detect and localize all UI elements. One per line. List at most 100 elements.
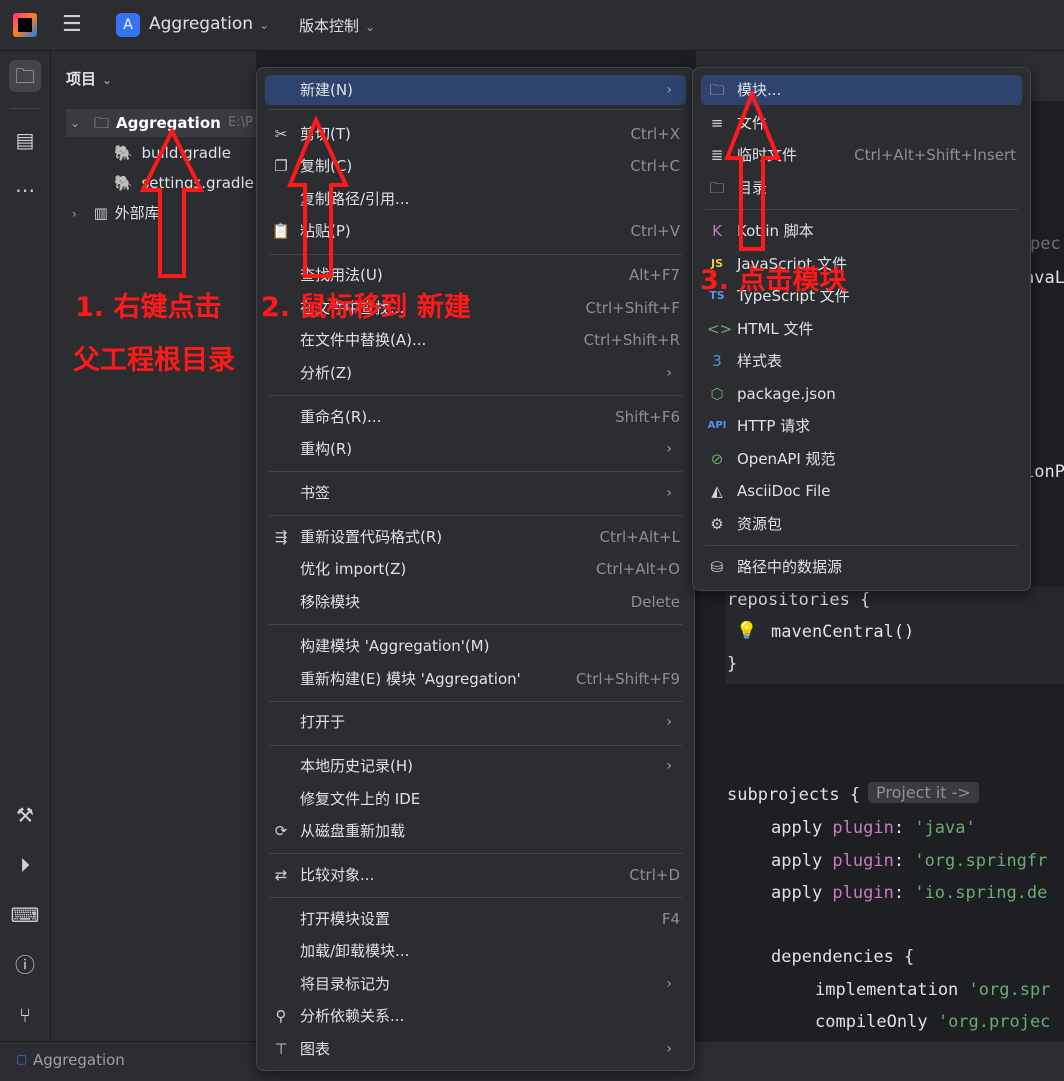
menu-item-rebuild-module[interactable]: 重新构建(E) 模块 'Aggregation' Ctrl+Shift+F9 [265,664,686,694]
submenu-item-module[interactable]: 🗀 模块... [701,75,1022,105]
terminal-icon[interactable]: ⌨ [9,899,41,931]
menu-item-diagrams[interactable]: ⊤ 图表 › [265,1034,686,1064]
menu-item-copy[interactable]: ❐ 复制(C) Ctrl+C [265,151,686,181]
project-panel: 项目 ⌄ ⌄ 🗀 Aggregation E:\P 🐘 build.gradle … [51,51,256,1041]
menu-item-reformat[interactable]: ⇶ 重新设置代码格式(R) Ctrl+Alt+L [265,522,686,552]
menu-item-mark-directory[interactable]: 将目录标记为 › [265,969,686,999]
menu-item-module-settings[interactable]: 打开模块设置 F4 [265,904,686,934]
menu-item-replace-in-files[interactable]: 在文件中替换(A)... Ctrl+Shift+R [265,325,686,355]
submenu-item-file[interactable]: ≡ 文件 [701,108,1022,138]
code-line: dependencies { [771,947,915,967]
root-path: E:\P [228,115,253,130]
menu-shortcut: Ctrl+Shift+R [583,331,680,349]
git-branch-icon[interactable]: ⑂ [9,999,41,1031]
toolbar-divider [10,108,40,109]
menu-item-optimize-imports[interactable]: 优化 import(Z) Ctrl+Alt+O [265,554,686,584]
menu-item-repair-ide[interactable]: 修复文件上的 IDE [265,784,686,814]
module-folder-icon: 🗀 [709,81,725,99]
menu-separator [269,745,682,746]
code-param: plugin [832,818,894,838]
build-hammer-icon[interactable]: ⚒ [9,799,41,831]
submenu-item-asciidoc[interactable]: ◭ AsciiDoc File [701,476,1022,506]
menu-item-paste[interactable]: 📋 粘贴(P) Ctrl+V [265,216,686,246]
chevron-right-icon: › [666,485,672,501]
menu-separator [269,624,682,625]
tree-item-external-libraries[interactable]: › ▥ 外部库 [72,199,160,227]
menu-item-compare-with[interactable]: ⇄ 比较对象... Ctrl+D [265,860,686,890]
menu-label: 重新设置代码格式(R) [300,528,443,546]
submenu-item-resource-bundle[interactable]: ⚙ 资源包 [701,509,1022,539]
submenu-item-openapi[interactable]: ⊘ OpenAPI 规范 [701,444,1022,474]
vcs-menu[interactable]: 版本控制 ⌄ [299,15,375,36]
project-switcher[interactable]: Aggregation ⌄ [149,14,269,34]
menu-item-cut[interactable]: ✂ 剪切(T) Ctrl+X [265,119,686,149]
problems-icon[interactable]: ⓘ [9,949,41,981]
external-libraries-label: 外部库 [114,204,160,222]
submenu-item-package-json[interactable]: ⬡ package.json [701,379,1022,409]
menu-item-rename[interactable]: 重命名(R)... Shift+F6 [265,402,686,432]
module-icon: ▢ [16,1052,28,1066]
submenu-item-stylesheet[interactable]: 3 样式表 [701,346,1022,376]
submenu-item-html[interactable]: <> HTML 文件 [701,314,1022,344]
menu-label: 重构(R) [300,440,353,458]
code-param: plugin [832,851,894,871]
menu-item-analyze-deps[interactable]: ⚲ 分析依赖关系... [265,1001,686,1031]
context-menu: 新建(N) › ✂ 剪切(T) Ctrl+X ❐ 复制(C) Ctrl+C 复制路径/引用… [256,67,695,1071]
menu-label: 分析(Z) [300,364,352,382]
menu-label: 目录 [737,179,768,197]
tree-item-build-gradle[interactable]: 🐘 build.gradle [114,139,231,167]
menu-shortcut: Ctrl+Alt+O [596,560,680,578]
intellij-logo-icon[interactable] [13,13,37,37]
tree-item-settings-gradle[interactable]: 🐘 settings.gradle [114,169,254,197]
code-string: 'java' [914,818,976,838]
chevron-down-icon: ⌄ [259,18,270,32]
submenu-item-directory[interactable]: 🗀 目录 [701,173,1022,203]
breadcrumb-project[interactable]: Aggregation [33,1051,125,1069]
submenu-item-data-source[interactable]: ⛁ 路径中的数据源 [701,552,1022,582]
panel-title[interactable]: 项目 ⌄ [66,68,112,89]
chevron-right-icon: › [666,82,672,98]
menu-shortcut: F4 [661,910,680,928]
lightbulb-icon[interactable]: 💡 [736,621,757,641]
run-icon[interactable]: ⏵ [9,849,41,881]
diagram-icon: ⊤ [274,1040,288,1058]
menu-shortcut: Ctrl+D [629,866,680,884]
annotation-step3: 3. 点击模块 [700,265,847,296]
menu-shortcut: Alt+F7 [628,266,680,284]
chevron-right-icon: › [72,207,77,221]
menu-item-bookmarks[interactable]: 书签 › [265,478,686,508]
menu-item-refactor[interactable]: 重构(R) › [265,434,686,464]
menu-separator [705,545,1018,546]
menu-label: 加载/卸载模块... [300,942,410,960]
chevron-right-icon: › [666,1041,672,1057]
project-badge[interactable]: A [116,13,140,37]
main-menu-icon[interactable]: ☰ [62,14,82,36]
menu-item-local-history[interactable]: 本地历史记录(H) › [265,751,686,781]
submenu-item-http-request[interactable]: API HTTP 请求 [701,411,1022,441]
menu-item-analyze[interactable]: 分析(Z) › [265,358,686,388]
more-icon[interactable]: ⋯ [9,174,41,206]
analyze-deps-icon: ⚲ [275,1007,287,1025]
project-folder-icon[interactable]: 🗀 [9,60,41,92]
structure-icon[interactable]: ▤ [9,124,41,156]
panel-title-label: 项目 [66,70,97,88]
menu-shortcut: Ctrl+Shift+F [585,299,680,317]
chevron-right-icon: › [666,714,672,730]
annotation-step2: 2. 鼠标移到 新建 [261,292,471,323]
annotation-step1-line2: 父工程根目录 [73,345,235,376]
menu-item-open-in[interactable]: 打开于 › [265,707,686,737]
menu-item-copy-path[interactable]: 复制路径/引用... [265,184,686,214]
menu-item-reload-from-disk[interactable]: ⟳ 从磁盘重新加载 [265,816,686,846]
submenu-item-scratch[interactable]: ≣ 临时文件 Ctrl+Alt+Shift+Insert [701,140,1022,170]
chevron-down-icon: ⌄ [102,73,113,87]
menu-item-build-module[interactable]: 构建模块 'Aggregation'(M) [265,631,686,661]
code-keyword: compileOnly [815,1012,938,1032]
menu-item-load-unload[interactable]: 加载/卸载模块... [265,936,686,966]
tree-root-aggregation[interactable]: ⌄ 🗀 Aggregation E:\P [66,109,256,137]
code-line: mavenCentral() [771,622,915,642]
submenu-item-kotlin-script[interactable]: K Kotlin 脚本 [701,216,1022,246]
menu-item-new[interactable]: 新建(N) › [265,75,686,105]
nodejs-icon: ⬡ [710,385,724,403]
scratch-file-icon: ≣ [710,146,724,164]
menu-item-remove-module[interactable]: 移除模块 Delete [265,587,686,617]
